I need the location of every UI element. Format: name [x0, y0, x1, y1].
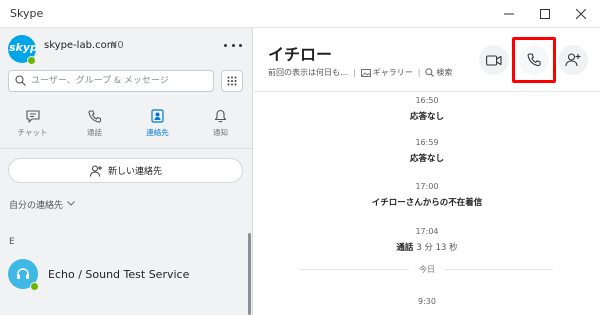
- tab-notifications-label: 通知: [213, 128, 228, 137]
- gallery-icon: [360, 68, 371, 77]
- message-time: 9:30: [418, 297, 436, 306]
- phone-icon: [88, 109, 101, 123]
- contact-name: Echo / Sound Test Service: [48, 268, 190, 281]
- sidebar: skype skype-lab.com ¥0: [0, 28, 253, 315]
- search-link[interactable]: 検索: [436, 67, 452, 78]
- conversation-subtitle: 前回の表示は何日も… | ギャラリー | 検索: [268, 67, 452, 78]
- conversation-header: イチロー 前回の表示は何日も… | ギャラリー | 検索: [254, 28, 600, 92]
- minimize-button[interactable]: [495, 4, 523, 24]
- add-person-icon: [565, 53, 581, 67]
- minimize-icon: [504, 13, 514, 15]
- dialpad-icon: [227, 76, 237, 86]
- nav-tabs: チャット 通話 連絡先 通知: [0, 106, 252, 144]
- headset-icon: [17, 268, 29, 279]
- call-summary: 通話 3 分 13 秒: [254, 241, 600, 253]
- message-text: 応答なし: [409, 112, 444, 122]
- separator: |: [353, 68, 356, 77]
- close-button[interactable]: [567, 4, 595, 24]
- tab-notifications[interactable]: 通知: [189, 106, 252, 144]
- dialpad-button[interactable]: [221, 70, 243, 92]
- maximize-icon: [540, 9, 550, 19]
- call-duration: 3 分 13 秒: [416, 243, 458, 253]
- maximize-button[interactable]: [531, 4, 559, 24]
- conversation-pane: イチロー 前回の表示は何日も… | ギャラリー | 検索 16:50 応答なし …: [254, 28, 600, 315]
- tab-chats-label: チャット: [17, 128, 48, 137]
- close-icon: [576, 9, 586, 19]
- divider: [0, 148, 252, 149]
- tab-contacts[interactable]: 連絡先: [126, 106, 189, 144]
- search-box[interactable]: [8, 70, 214, 92]
- chevron-down-icon[interactable]: [67, 201, 75, 206]
- scrollbar[interactable]: [248, 233, 251, 315]
- contact-list-item[interactable]: Echo / Sound Test Service: [0, 255, 248, 295]
- gallery-link[interactable]: ギャラリー: [373, 67, 413, 78]
- video-camera-icon: [486, 54, 502, 66]
- video-call-button[interactable]: [479, 45, 509, 75]
- title-bar: Skype: [0, 0, 600, 28]
- highlight-box: [512, 37, 556, 83]
- bell-icon: [214, 109, 227, 123]
- message-text: 応答なし: [409, 154, 444, 164]
- tab-chats[interactable]: チャット: [1, 106, 64, 144]
- tab-calls[interactable]: 通話: [63, 106, 126, 144]
- skype-credit: ¥0: [111, 40, 124, 51]
- date-divider-label: 今日: [409, 265, 445, 274]
- chat-icon: [25, 109, 40, 123]
- profile-name[interactable]: skype-lab.com: [44, 40, 116, 51]
- message-time: 17:04: [415, 227, 439, 236]
- add-participant-button[interactable]: [558, 45, 588, 75]
- date-divider: 今日: [254, 264, 600, 275]
- contacts-icon: [151, 109, 164, 123]
- separator: |: [417, 68, 421, 77]
- add-person-icon: [89, 165, 102, 177]
- message-time: 17:00: [415, 182, 439, 191]
- search-icon: [15, 75, 26, 86]
- message-time: 16:59: [415, 138, 439, 147]
- conversation-title[interactable]: イチロー: [268, 41, 332, 65]
- message-text: 通話: [396, 243, 414, 253]
- window-title: Skype: [10, 7, 44, 20]
- more-dot-icon: [224, 43, 227, 47]
- tab-contacts-label: 連絡先: [146, 128, 169, 137]
- search-input[interactable]: [31, 74, 211, 88]
- message-time: 16:50: [415, 96, 439, 105]
- section-header: E: [9, 237, 15, 247]
- message-list: 16:50 応答なし 16:59 応答なし 17:00 イチローさんからの不在着…: [254, 92, 600, 315]
- skype-logo-icon: skype: [9, 41, 36, 54]
- more-dot-icon: [239, 43, 242, 47]
- more-options-button[interactable]: [224, 38, 242, 52]
- new-contact-label: 新しい連絡先: [107, 167, 162, 177]
- message-text: イチローさんからの不在着信: [371, 198, 483, 208]
- more-dot-icon: [231, 43, 235, 47]
- search-icon: [425, 68, 435, 77]
- presence-online-icon: [30, 282, 39, 291]
- last-seen-text: 前回の表示は何日も…: [268, 68, 348, 77]
- tab-calls-label: 通話: [87, 128, 102, 137]
- contacts-filter-dropdown[interactable]: 自分の連絡先: [9, 198, 63, 211]
- new-contact-button[interactable]: 新しい連絡先: [8, 158, 243, 183]
- presence-online-icon: [27, 56, 36, 65]
